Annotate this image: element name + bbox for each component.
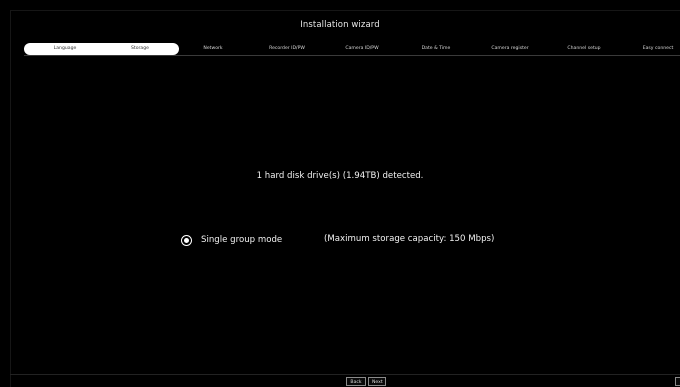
- step-easy-connect[interactable]: Easy connect: [643, 43, 674, 55]
- back-button[interactable]: Back: [346, 377, 366, 386]
- step-camera-register[interactable]: Camera register: [491, 43, 528, 55]
- step-language[interactable]: Language: [54, 43, 77, 55]
- footer-divider: [10, 374, 680, 375]
- wizard-progress-fill: [24, 43, 179, 55]
- wizard-title: Installation wizard: [300, 20, 380, 30]
- hdd-detected-message: 1 hard disk drive(s) (1.94TB) detected.: [256, 171, 424, 181]
- step-storage[interactable]: Storage: [131, 43, 149, 55]
- step-recorder-id-pw[interactable]: Recorder ID/PW: [269, 43, 305, 55]
- next-button[interactable]: Next: [368, 377, 386, 386]
- single-group-mode-radio[interactable]: [181, 235, 192, 246]
- max-storage-capacity-text: (Maximum storage capacity: 150 Mbps): [324, 234, 495, 244]
- single-group-mode-option[interactable]: Single group mode: [181, 233, 282, 247]
- edge-button[interactable]: [675, 377, 680, 386]
- step-camera-id-pw[interactable]: Camera ID/PW: [345, 43, 378, 55]
- step-date-time[interactable]: Date & Time: [422, 43, 451, 55]
- step-channel-setup[interactable]: Channel setup: [567, 43, 600, 55]
- wizard-step-bar: Language Storage Network Recorder ID/PW …: [24, 43, 680, 56]
- wizard-frame: [10, 10, 680, 387]
- single-group-mode-label: Single group mode: [201, 235, 283, 245]
- radio-selected-dot-icon: [183, 237, 190, 244]
- step-network[interactable]: Network: [203, 43, 222, 55]
